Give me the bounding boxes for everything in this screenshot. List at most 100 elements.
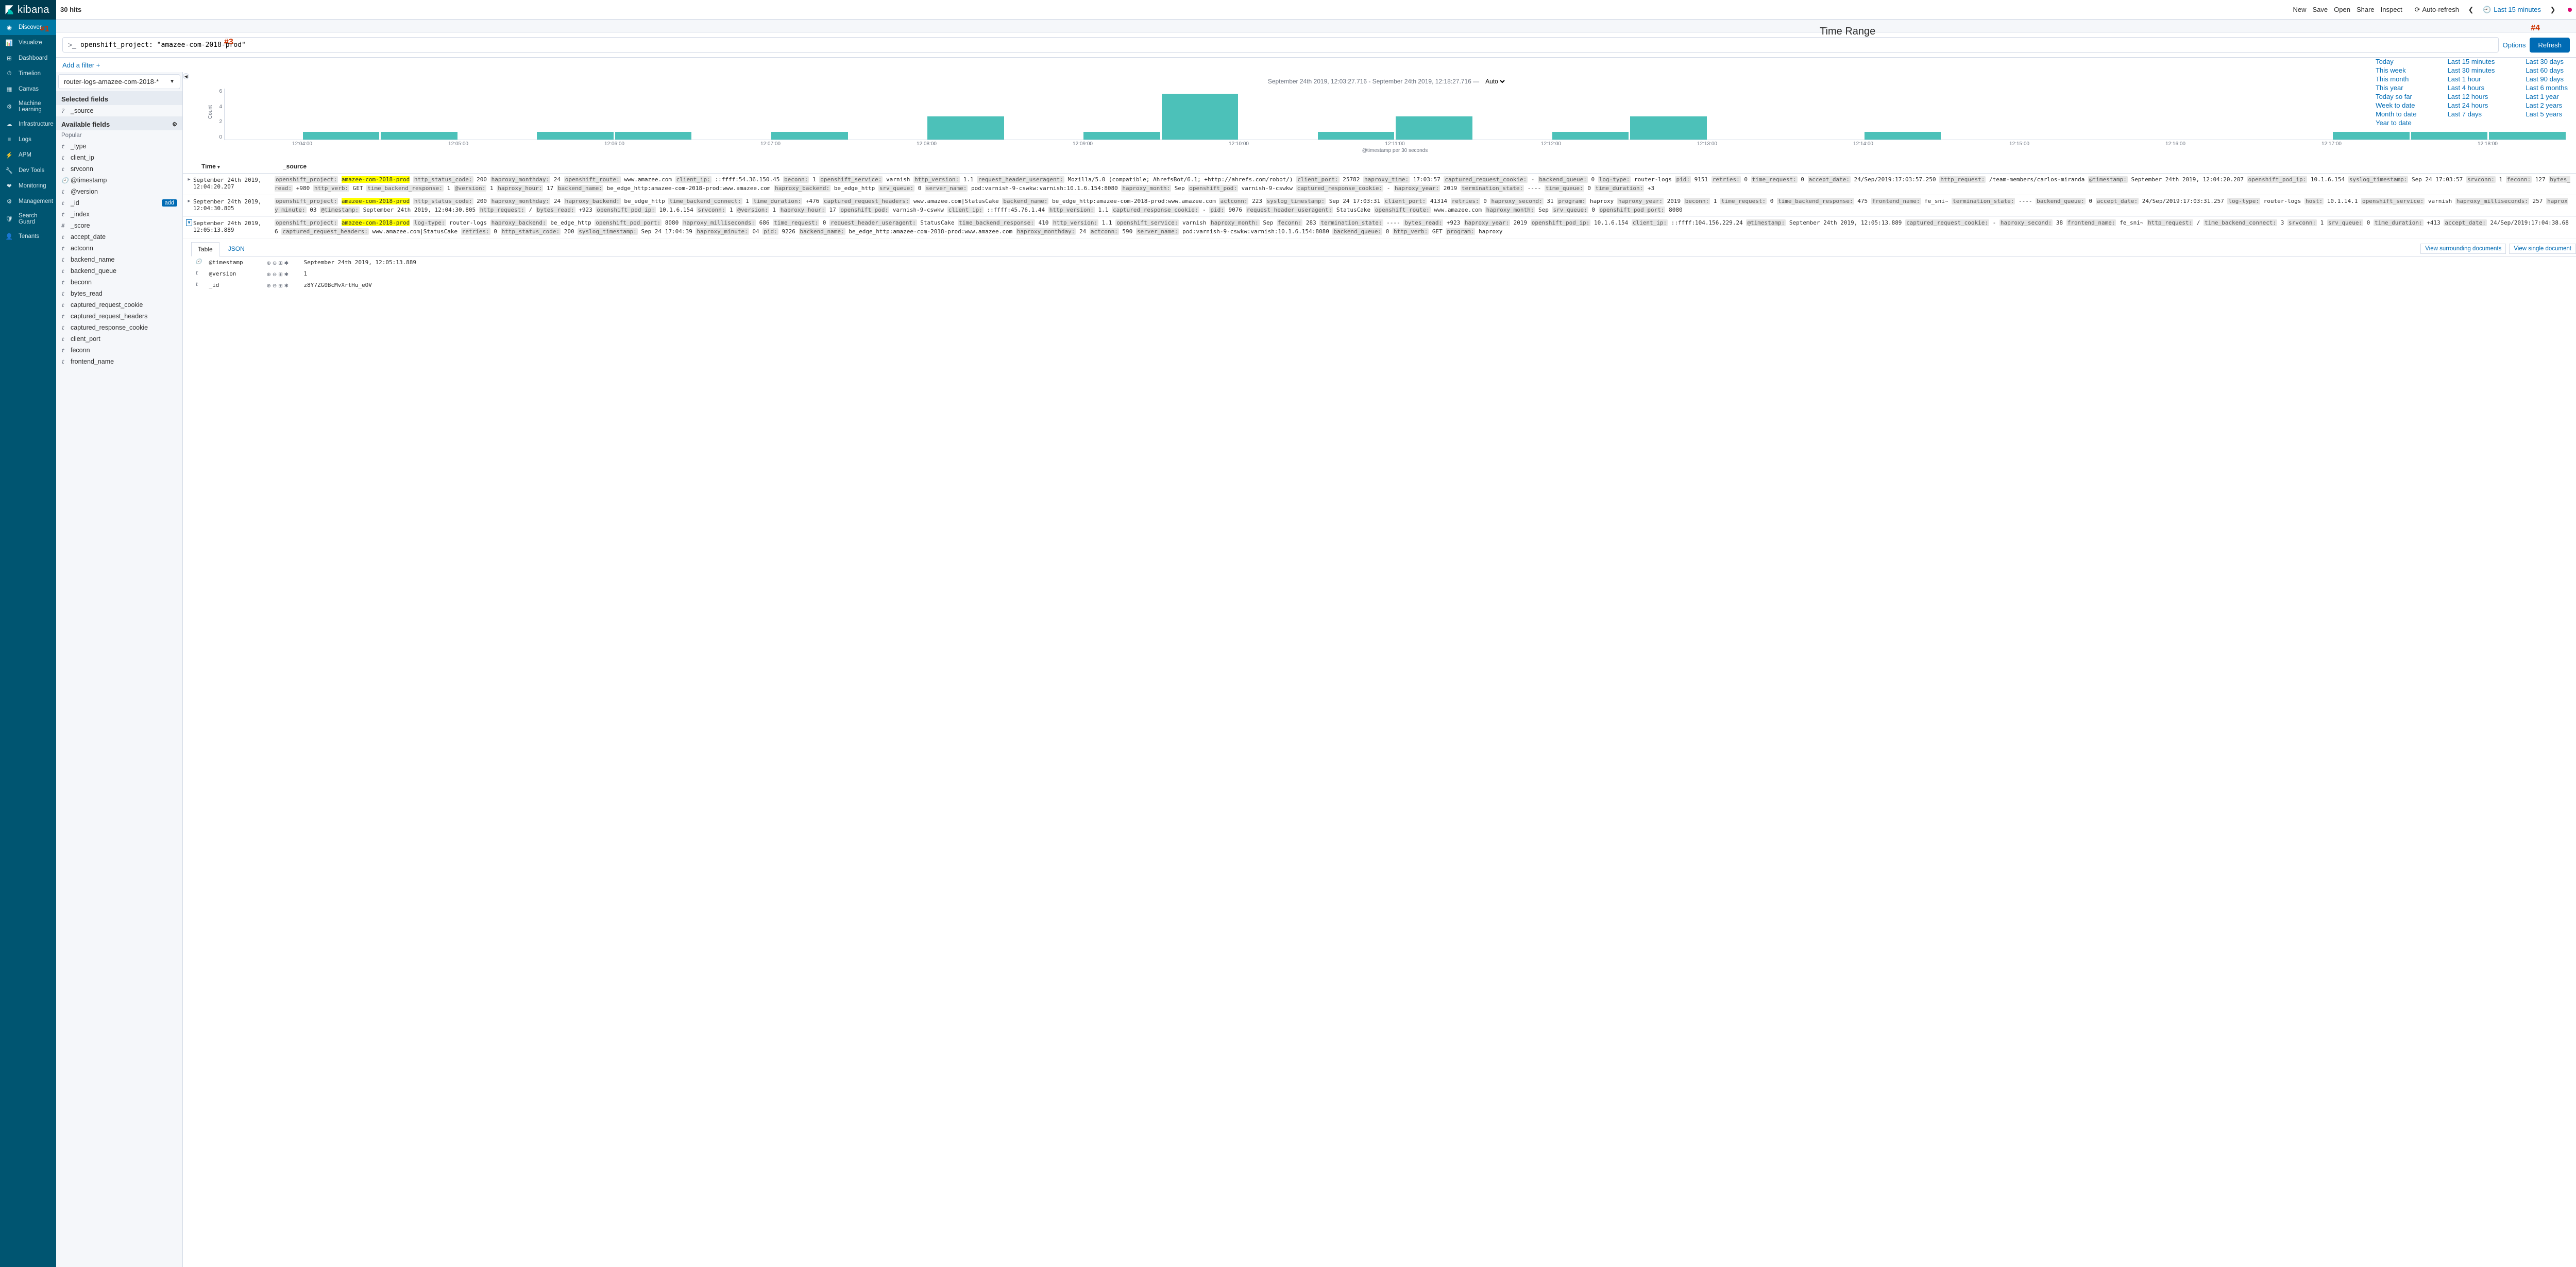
nav-machine-learning[interactable]: ⚙Machine Learning	[0, 97, 56, 116]
field-backend_name[interactable]: tbackend_name	[56, 254, 182, 265]
toggle-column-icon[interactable]: ⊞	[278, 283, 282, 289]
nav-visualize[interactable]: 📊Visualize	[0, 35, 56, 50]
field-_id[interactable]: t_idadd	[56, 197, 182, 209]
time-range-picker[interactable]: 🕘 Last 15 minutes	[2483, 6, 2541, 14]
field-captured_response_cookie[interactable]: tcaptured_response_cookie	[56, 322, 182, 333]
histogram-bar[interactable]	[1865, 132, 1941, 140]
histogram-bar[interactable]	[927, 116, 1004, 140]
field-_type[interactable]: t_type	[56, 141, 182, 152]
col-source[interactable]: _source	[283, 163, 307, 170]
gear-icon[interactable]: ⚙	[172, 121, 177, 128]
doc-timestamp: September 24th 2019, 12:05:13.889	[193, 219, 275, 233]
histogram-bar[interactable]	[1552, 132, 1629, 140]
histogram-bar[interactable]	[615, 132, 692, 140]
field-captured_request_cookie[interactable]: tcaptured_request_cookie	[56, 299, 182, 311]
time-step-fwd[interactable]: ❯	[2547, 4, 2558, 15]
index-pattern-select[interactable]: router-logs-amazee-com-2018-* ▼	[58, 74, 180, 89]
col-time[interactable]: Time ▾	[201, 163, 283, 170]
histogram-bar[interactable]	[2489, 132, 2566, 140]
doc-timestamp: September 24th 2019, 12:04:30.805	[193, 197, 275, 212]
nav-timelion[interactable]: ⏱Timelion	[0, 66, 56, 81]
field-client_ip[interactable]: tclient_ip	[56, 152, 182, 163]
field-backend_queue[interactable]: tbackend_queue	[56, 265, 182, 277]
nav-logs[interactable]: ≡Logs	[0, 132, 56, 147]
top-new[interactable]: New	[2293, 6, 2306, 13]
histogram-bar[interactable]	[2333, 132, 2410, 140]
field-@version[interactable]: t@version	[56, 186, 182, 197]
dev-tools-icon: 🔧	[5, 166, 13, 175]
exists-filter-icon[interactable]: ✱	[284, 261, 289, 266]
logo[interactable]: kibana	[0, 0, 56, 20]
nav-tenants[interactable]: 👤Tenants	[0, 229, 56, 244]
top-share[interactable]: Share	[2357, 6, 2375, 13]
exists-filter-icon[interactable]: ✱	[284, 272, 289, 278]
field-actconn[interactable]: tactconn	[56, 243, 182, 254]
query-options[interactable]: Options	[2503, 41, 2526, 49]
nav-apm[interactable]: ⚡APM	[0, 147, 56, 163]
refresh-button[interactable]: Refresh	[2530, 38, 2570, 53]
field-frontend_name[interactable]: tfrontend_name	[56, 356, 182, 367]
field-beconn[interactable]: tbeconn	[56, 277, 182, 288]
top-inspect[interactable]: Inspect	[2381, 6, 2402, 13]
expand-doc-icon[interactable]: ▾	[185, 219, 193, 226]
field-feconn[interactable]: tfeconn	[56, 345, 182, 356]
field-_score[interactable]: #_score	[56, 220, 182, 231]
nav-dev-tools[interactable]: 🔧Dev Tools	[0, 163, 56, 178]
infrastructure-icon: ☁	[5, 120, 13, 128]
tr-quick-last-30-days[interactable]: Last 30 days	[2526, 58, 2568, 65]
nav-monitoring[interactable]: ❤Monitoring	[0, 178, 56, 194]
filter-out-icon[interactable]: ⊖	[273, 272, 277, 278]
top-open[interactable]: Open	[2334, 6, 2350, 13]
view-single-button[interactable]: View single document	[2509, 244, 2576, 254]
nav-canvas[interactable]: ▦Canvas	[0, 81, 56, 97]
tr-quick-last-15-minutes[interactable]: Last 15 minutes	[2448, 58, 2495, 65]
detail-tab-table[interactable]: Table	[191, 242, 219, 256]
toggle-column-icon[interactable]: ⊞	[278, 272, 282, 278]
expand-doc-icon[interactable]: ▸	[185, 197, 193, 204]
field-@timestamp[interactable]: 🕘@timestamp	[56, 175, 182, 186]
histogram-bar[interactable]	[1630, 116, 1707, 140]
top-save[interactable]: Save	[2313, 6, 2328, 13]
add-filter-link[interactable]: Add a filter +	[62, 61, 100, 69]
histogram-bar[interactable]	[771, 132, 848, 140]
toggle-column-icon[interactable]: ⊞	[278, 261, 282, 266]
nav-search-guard[interactable]: 🛡Search Guard	[0, 209, 56, 229]
nav-dashboard[interactable]: ⊞Dashboard	[0, 50, 56, 66]
auto-refresh-toggle[interactable]: ⟳ Auto-refresh	[2415, 6, 2459, 14]
field-accept_date[interactable]: taccept_date	[56, 231, 182, 243]
filter-for-icon[interactable]: ⊕	[266, 283, 270, 289]
field-bytes_read[interactable]: tbytes_read	[56, 288, 182, 299]
field-client_port[interactable]: tclient_port	[56, 333, 182, 345]
filter-out-icon[interactable]: ⊖	[273, 283, 277, 289]
collapse-sidebar-icon[interactable]: ◀	[183, 73, 189, 79]
field-_index[interactable]: t_index	[56, 209, 182, 220]
exists-filter-icon[interactable]: ✱	[284, 283, 289, 289]
detail-tab-json[interactable]: JSON	[222, 242, 251, 256]
interval-select[interactable]: Auto	[1483, 77, 1506, 85]
histogram-bar[interactable]	[537, 132, 614, 140]
histogram-bar[interactable]	[1396, 116, 1472, 140]
field-srvconn[interactable]: tsrvconn	[56, 163, 182, 175]
histogram-bar[interactable]	[1083, 132, 1160, 140]
field-captured_request_headers[interactable]: tcaptured_request_headers	[56, 311, 182, 322]
nav-management[interactable]: ⚙Management	[0, 194, 56, 209]
histogram-bar[interactable]	[2411, 132, 2488, 140]
filter-for-icon[interactable]: ⊕	[266, 261, 270, 266]
histogram-bars[interactable]	[224, 89, 2566, 140]
histogram-bar[interactable]	[1162, 94, 1239, 140]
filter-for-icon[interactable]: ⊕	[266, 272, 270, 278]
notification-dot[interactable]	[2568, 8, 2572, 12]
nav-infrastructure[interactable]: ☁Infrastructure	[0, 116, 56, 132]
field-_source[interactable]: ?_source	[56, 105, 182, 116]
expand-doc-icon[interactable]: ▸	[185, 176, 193, 182]
add-field-button[interactable]: add	[162, 199, 177, 207]
histogram-bar[interactable]	[303, 132, 380, 140]
filter-out-icon[interactable]: ⊖	[273, 261, 277, 266]
query-input[interactable]	[80, 41, 2493, 49]
histogram-bar[interactable]	[381, 132, 457, 140]
apm-icon: ⚡	[5, 151, 13, 159]
time-step-back[interactable]: ❮	[2465, 4, 2477, 15]
histogram-bar[interactable]	[1318, 132, 1395, 140]
tr-quick-today[interactable]: Today	[2376, 58, 2417, 65]
view-surrounding-button[interactable]: View surrounding documents	[2420, 244, 2506, 254]
